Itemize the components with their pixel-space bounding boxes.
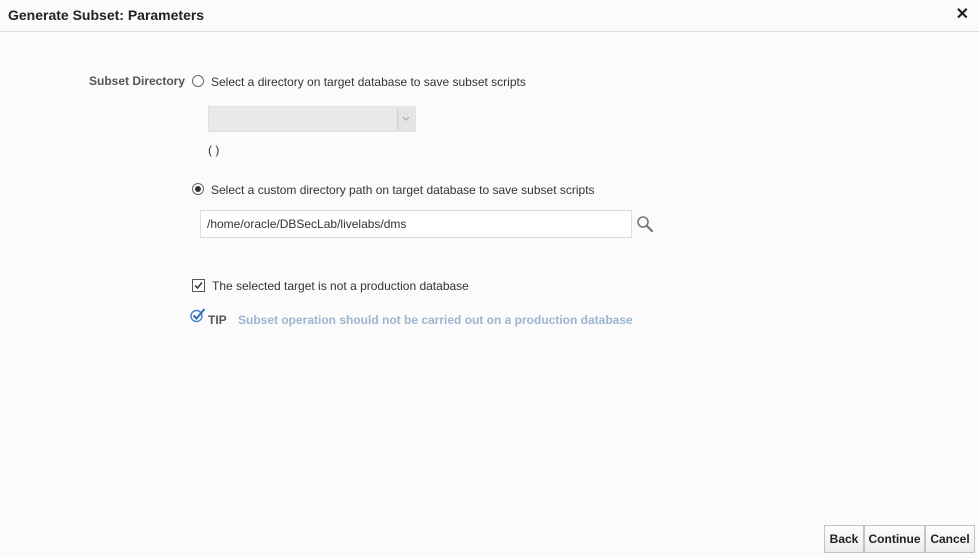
directory-option-label: Select a directory on target database to… <box>211 75 526 89</box>
custom-path-radio[interactable] <box>192 183 204 195</box>
close-icon[interactable]: ✕ <box>956 5 969 25</box>
back-button[interactable]: Back <box>824 525 864 553</box>
chevron-down-icon[interactable] <box>397 108 414 130</box>
directory-radio[interactable] <box>192 75 204 87</box>
dialog-title: Generate Subset: Parameters <box>8 7 205 23</box>
continue-button[interactable]: Continue <box>864 525 925 553</box>
not-production-label: The selected target is not a production … <box>212 279 469 293</box>
generate-subset-dialog: Generate Subset: Parameters ✕ Subset Dir… <box>0 0 979 558</box>
custom-path-input[interactable]: /home/oracle/DBSecLab/livelabs/dms <box>200 210 632 238</box>
cancel-button[interactable]: Cancel <box>925 525 975 553</box>
directory-select[interactable] <box>208 106 416 132</box>
search-icon[interactable] <box>636 215 654 233</box>
check-tip-icon <box>189 306 207 324</box>
not-production-checkbox[interactable] <box>192 279 205 292</box>
tip-text: Subset operation should not be carried o… <box>238 313 633 327</box>
tip-label: TIP <box>208 313 227 327</box>
subset-directory-label: Subset Directory <box>89 74 186 88</box>
custom-path-option-label: Select a custom directory path on target… <box>211 183 595 197</box>
dialog-titlebar: Generate Subset: Parameters ✕ <box>0 0 979 32</box>
directory-note: ( ) <box>208 143 220 157</box>
